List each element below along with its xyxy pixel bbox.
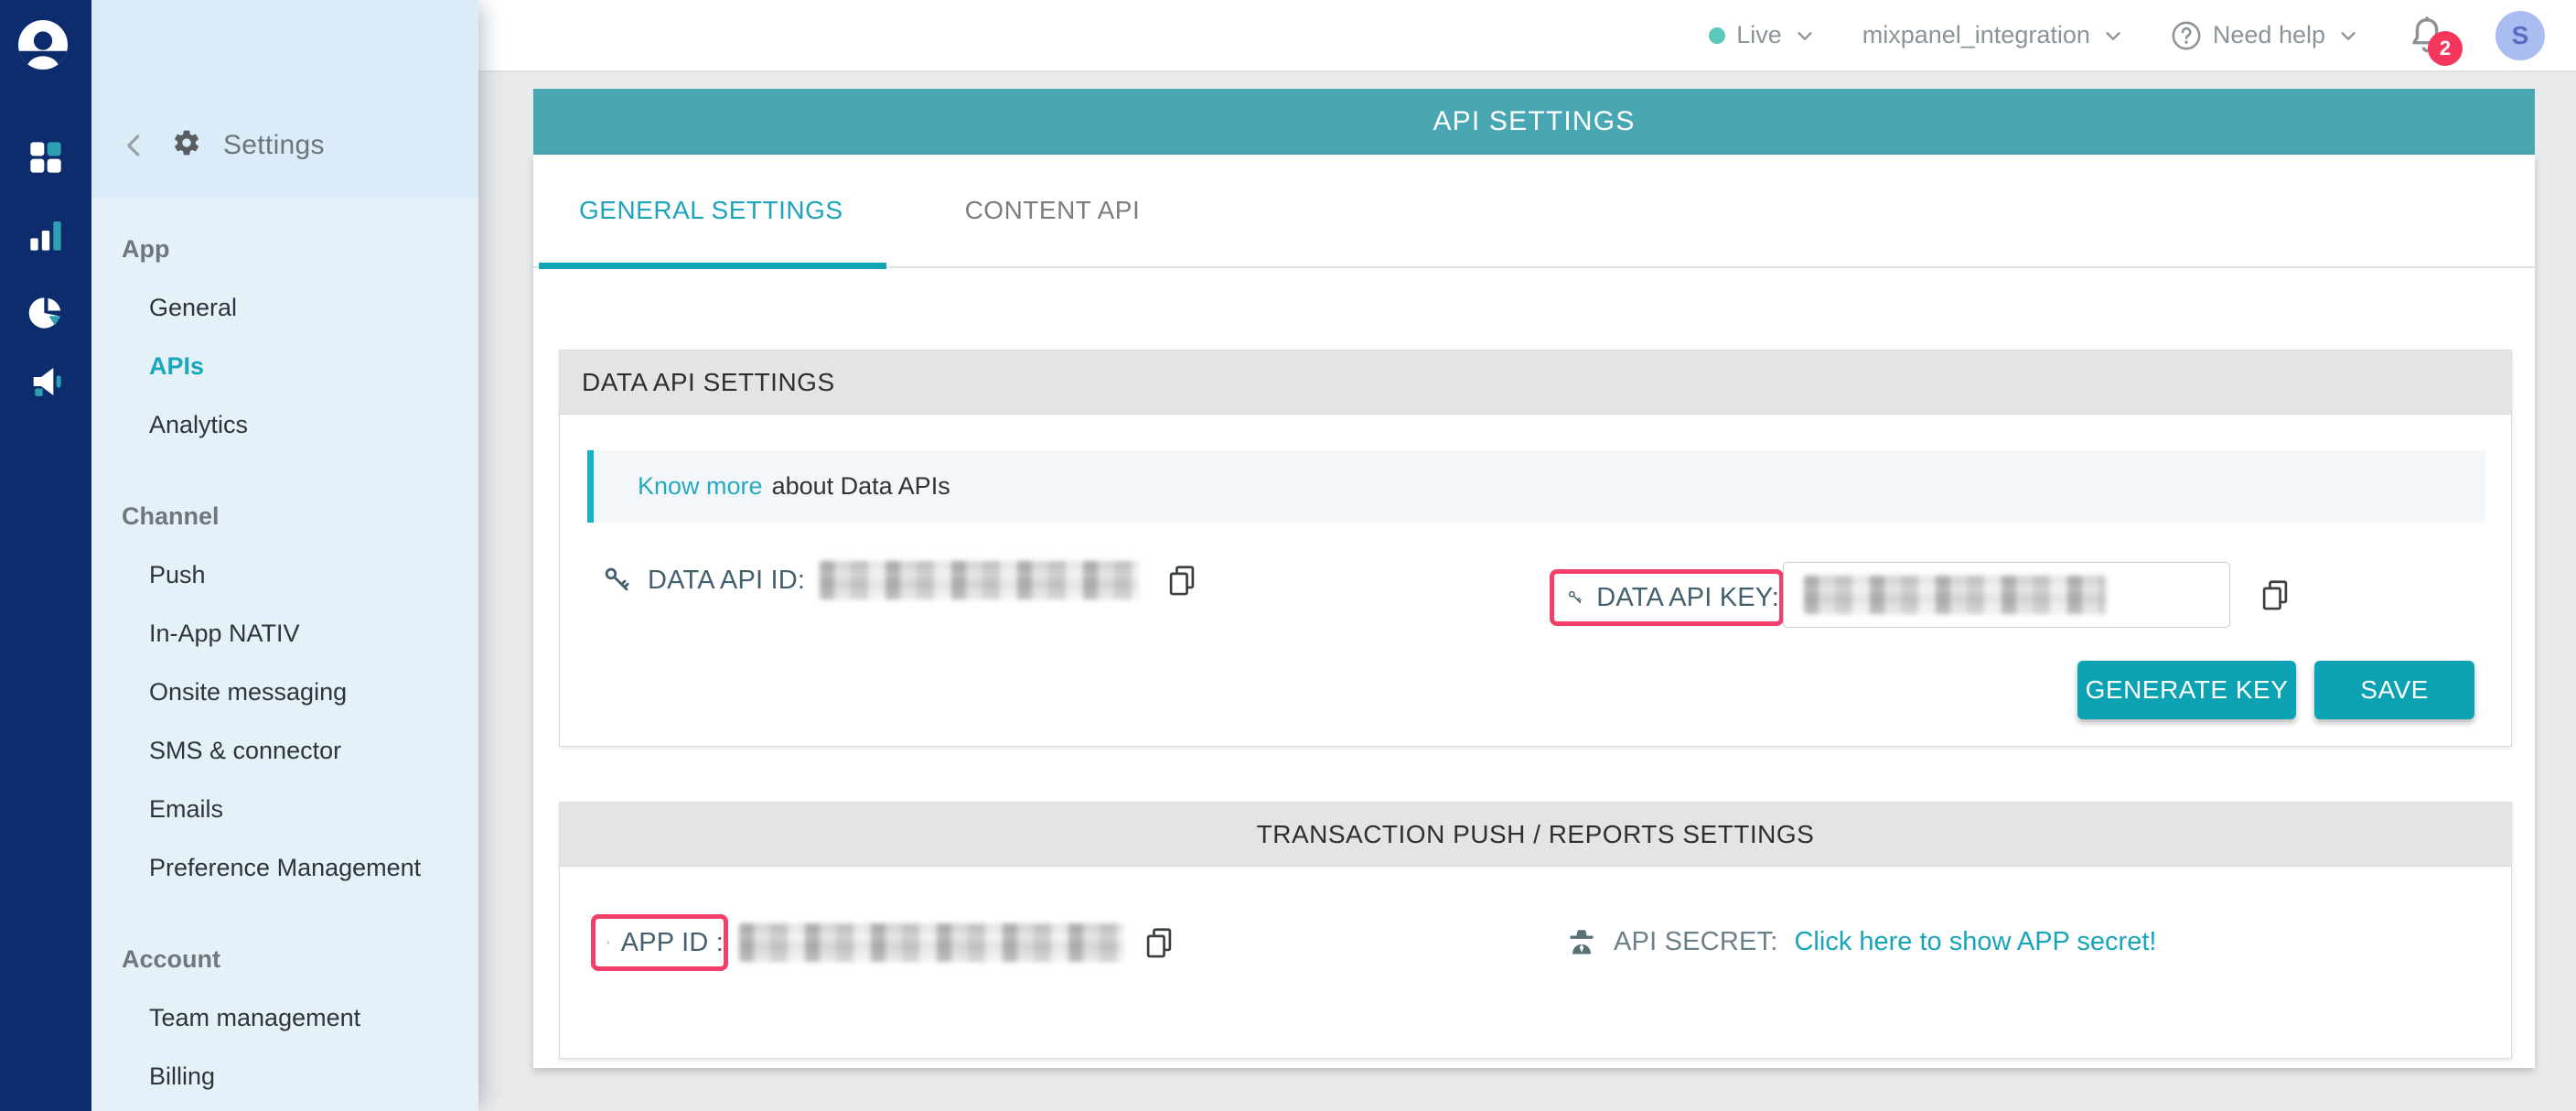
environment-label: Live <box>1736 21 1782 49</box>
live-status-dot <box>1709 27 1725 44</box>
user-avatar[interactable]: S <box>2496 11 2545 60</box>
transaction-settings-header: TRANSACTION PUSH / REPORTS SETTINGS <box>560 803 2511 867</box>
back-chevron-icon[interactable] <box>119 130 150 161</box>
app-root: Settings App General APIs Analytics Chan… <box>0 0 2576 1111</box>
copy-data-api-id-icon[interactable] <box>1165 563 1199 598</box>
sidebar-item-apis[interactable]: APIs <box>91 337 478 395</box>
data-api-id-label: DATA API ID: <box>648 566 805 596</box>
need-help-label: Need help <box>2213 21 2325 49</box>
bar-chart-icon[interactable] <box>26 215 66 255</box>
copy-data-api-key-icon[interactable] <box>2258 577 2292 612</box>
sidebar-item-onsite-messaging[interactable]: Onsite messaging <box>91 663 478 721</box>
sidebar-item-emails[interactable]: Emails <box>91 780 478 838</box>
dashboard-grid-icon[interactable] <box>26 137 66 178</box>
notification-count-badge: 2 <box>2428 31 2463 66</box>
generate-key-button[interactable]: GENERATE KEY <box>2077 661 2296 719</box>
sidebar-menu: App General APIs Analytics Channel Push … <box>91 198 478 1106</box>
sidebar-item-sms-connector[interactable]: SMS & connector <box>91 721 478 780</box>
sidebar-header: Settings <box>91 0 478 198</box>
data-api-settings-section: DATA API SETTINGS Know more about Data A… <box>559 350 2512 747</box>
sidebar-item-analytics[interactable]: Analytics <box>91 395 478 454</box>
info-banner-text: about Data APIs <box>772 472 950 501</box>
chevron-down-icon <box>2103 26 2123 46</box>
save-button[interactable]: SAVE <box>2314 661 2474 719</box>
section-label-account: Account <box>91 930 478 988</box>
data-api-info-banner: Know more about Data APIs <box>587 450 2485 523</box>
data-api-id-row: DATA API ID: <box>602 549 1199 611</box>
data-api-key-highlight-box: DATA API KEY: <box>1550 569 1784 626</box>
help-circle-icon <box>2171 20 2202 51</box>
project-label: mixpanel_integration <box>1862 21 2090 49</box>
tab-bar: GENERAL SETTINGS CONTENT API <box>533 155 2535 268</box>
section-label-app: App <box>91 220 478 278</box>
api-settings-panel: API SETTINGS GENERAL SETTINGS CONTENT AP… <box>533 89 2535 1068</box>
gear-icon <box>172 128 201 162</box>
nav-rail <box>0 0 91 1111</box>
section-label-channel: Channel <box>91 487 478 545</box>
mobile-phone-icon <box>606 930 610 955</box>
environment-selector[interactable]: Live <box>1709 21 1815 49</box>
key-icon <box>1567 583 1583 612</box>
data-api-key-value-redacted <box>1804 576 2106 614</box>
tab-general-settings[interactable]: GENERAL SETTINGS <box>579 154 843 267</box>
show-app-secret-link[interactable]: Click here to show APP secret! <box>1794 927 2156 957</box>
tab-content-api[interactable]: CONTENT API <box>965 154 1141 267</box>
settings-sidebar: Settings App General APIs Analytics Chan… <box>91 0 478 1111</box>
notifications-bell[interactable]: 2 <box>2406 13 2448 59</box>
spy-icon <box>1566 926 1597 957</box>
app-id-label: APP ID : <box>621 928 724 958</box>
sidebar-item-preference-management[interactable]: Preference Management <box>91 838 478 897</box>
netcore-logo-icon[interactable] <box>18 20 68 70</box>
data-api-id-value-redacted <box>820 561 1139 599</box>
chevron-down-icon <box>1795 26 1815 46</box>
app-id-highlight-box: APP ID : <box>591 914 728 971</box>
transaction-settings-section: TRANSACTION PUSH / REPORTS SETTINGS APP … <box>559 802 2512 1059</box>
api-secret-row: API SECRET: Click here to show APP secre… <box>1566 912 2156 971</box>
megaphone-icon[interactable] <box>26 361 66 402</box>
sidebar-item-inapp-nativ[interactable]: In-App NATIV <box>91 604 478 663</box>
api-secret-label: API SECRET: <box>1614 927 1777 957</box>
pie-chart-icon[interactable] <box>26 293 66 333</box>
sidebar-title: Settings <box>223 130 325 161</box>
project-selector[interactable]: mixpanel_integration <box>1862 21 2123 49</box>
topbar: Live mixpanel_integration Need help 2 S <box>478 0 2576 72</box>
main-content: API SETTINGS GENERAL SETTINGS CONTENT AP… <box>478 72 2576 1111</box>
sidebar-item-team-management[interactable]: Team management <box>91 988 478 1047</box>
chevron-down-icon <box>2338 26 2358 46</box>
need-help-menu[interactable]: Need help <box>2171 20 2358 51</box>
page-title: API SETTINGS <box>533 89 2535 155</box>
sidebar-item-general[interactable]: General <box>91 278 478 337</box>
data-api-key-input[interactable] <box>1783 562 2230 628</box>
sidebar-item-billing[interactable]: Billing <box>91 1047 478 1106</box>
data-api-settings-header: DATA API SETTINGS <box>560 351 2511 415</box>
copy-app-id-icon[interactable] <box>1142 925 1176 960</box>
sidebar-item-push[interactable]: Push <box>91 545 478 604</box>
app-id-value-redacted <box>739 923 1124 962</box>
data-api-key-label: DATA API KEY: <box>1596 583 1779 613</box>
know-more-link[interactable]: Know more <box>638 472 763 501</box>
key-icon <box>602 565 633 596</box>
